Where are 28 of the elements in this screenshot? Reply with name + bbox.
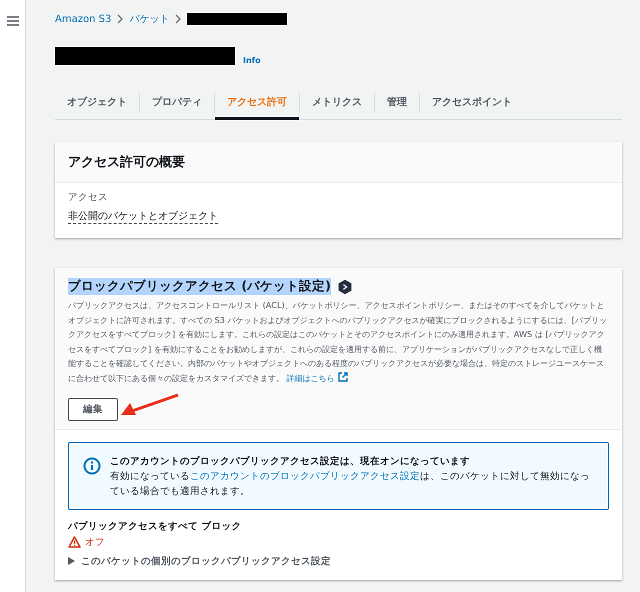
tab[interactable]: プロパティ bbox=[140, 87, 214, 120]
annotation-arrow bbox=[120, 392, 180, 417]
learn-more-link[interactable]: 詳細はこちら bbox=[286, 372, 348, 383]
chevron-icon bbox=[117, 14, 124, 24]
external-link-icon bbox=[338, 372, 348, 382]
status-text: オフ bbox=[85, 536, 105, 549]
field-label: アクセス bbox=[68, 191, 109, 204]
tab[interactable]: オブジェクト bbox=[55, 87, 139, 120]
info-icon bbox=[83, 456, 101, 475]
tab[interactable]: メトリクス bbox=[300, 87, 374, 120]
account-settings-link[interactable]: このアカウントのブロックパブリックアクセス設定 bbox=[190, 470, 420, 482]
tab[interactable]: 管理 bbox=[375, 87, 419, 120]
info-link[interactable]: Info bbox=[243, 56, 261, 65]
breadcrumb-link[interactable]: バケット bbox=[129, 12, 170, 26]
card-title: アクセス許可の概要 bbox=[68, 154, 186, 171]
breadcrumb-link[interactable]: Amazon S3 bbox=[55, 14, 112, 24]
description-text: パブリックアクセスは、アクセスコントロールリスト (ACL)、バケットポリシー、アクセスポイントポリシー、またはそのすべてを介してバケットとオブジェクトに許可されます。すべての S3 バケットおよびオブジェクトへのパブリックアクセスが確実にブロックされるようにするには、[パブリックアクセスをすべてブロック] を有効にします。これらの設定はこのバケットとそのアクセスポイントにのみ適用されます。AWS は [パブリックアクセスをすべてブロック] を有効にすることをお勧めしますが、これらの設定を適用する前に、アプリケーションがパブリックアクセスなしで正しく機能することを確認してください。内部のバケットやオブジェクトへのある程度のパブリックアクセスが必要な場合は、特定のストレージユースケースに合わせて以下にある個々の設定をカスタマイズできます。 詳細はこちら bbox=[68, 299, 608, 385]
field-value: 非公開のバケットとオブジェクト bbox=[68, 209, 218, 224]
alert-title: このアカウントのブロックパブリックアクセス設定は、現在オンになっています bbox=[110, 454, 471, 468]
chevron-icon bbox=[175, 14, 182, 24]
hexagon-icon bbox=[336, 278, 353, 294]
expandable-section-toggle[interactable]: このバケットの個別のブロックパブリックアクセス設定 bbox=[68, 554, 331, 568]
tab[interactable]: アクセスポイント bbox=[420, 87, 524, 120]
menu-icon[interactable] bbox=[6, 16, 18, 26]
alert-text: 有効になっている このアカウントのブロックパブリックアクセス設定は、このバケットに対して無効になっている場合でも適用されます。 bbox=[110, 470, 591, 499]
edit-button[interactable]: 編集 bbox=[68, 398, 118, 421]
section-title: ブロックパブリックアクセス (バケット設定) bbox=[68, 278, 331, 295]
setting-label: パブリックアクセスをすべて ブロック bbox=[68, 520, 242, 533]
